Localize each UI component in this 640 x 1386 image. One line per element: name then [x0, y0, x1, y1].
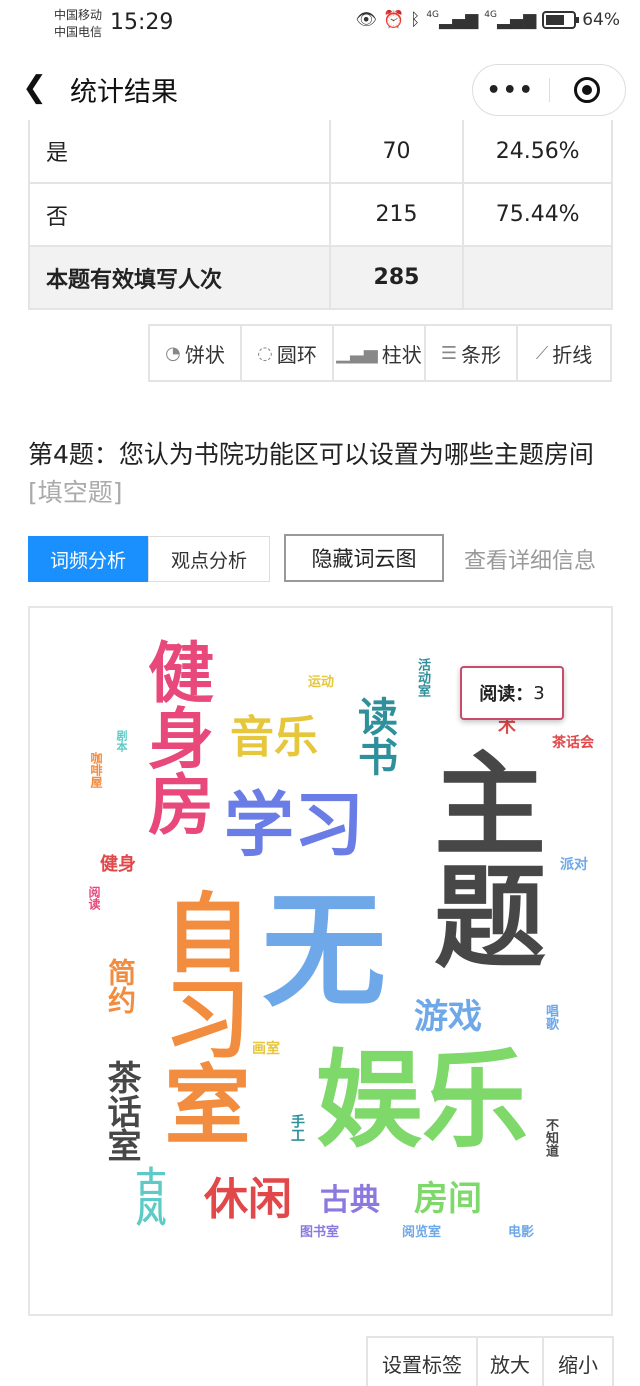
- carrier-2: 中国电信: [54, 25, 103, 39]
- cloud-word[interactable]: 古典: [320, 1186, 380, 1216]
- table-row: 否 215 75.44%: [28, 182, 613, 247]
- cloud-word[interactable]: 读书: [351, 696, 397, 776]
- question-type: [填空题]: [28, 478, 123, 507]
- cloud-word[interactable]: 不知道: [543, 1118, 558, 1157]
- option-cell: 否: [28, 182, 331, 247]
- question-text: 第4题：您认为书院功能区可以设置为哪些主题房间: [28, 440, 594, 469]
- status-bar: 中国移动 中国电信 15:29 👁 ⏰ ᛒ 4G▂▄▆ 4G▂▄▆ 64%: [0, 0, 640, 50]
- cloud-word[interactable]: 古风: [130, 1166, 165, 1226]
- more-button[interactable]: •••: [473, 78, 549, 103]
- tooltip-count: 3: [533, 682, 545, 704]
- total-percent-cell: [462, 245, 613, 310]
- tab-opinion-analysis[interactable]: 观点分析: [148, 536, 270, 582]
- eye-icon: 👁: [355, 10, 377, 30]
- cloud-word[interactable]: 音乐: [230, 716, 318, 760]
- count-cell: 215: [328, 182, 465, 247]
- chart-type-bar-button[interactable]: ▁▃▅ 柱状: [334, 326, 426, 380]
- chart-type-hbar-button[interactable]: ☰ 条形: [426, 326, 518, 380]
- battery-level: 64%: [582, 10, 620, 30]
- percent-cell: 75.44%: [462, 182, 613, 247]
- cloud-word[interactable]: 阅览室: [402, 1226, 441, 1239]
- close-button[interactable]: [550, 77, 626, 103]
- bluetooth-icon: ᛒ: [410, 10, 421, 30]
- line-icon: ⟋: [535, 342, 549, 364]
- option-cell: 是: [28, 120, 331, 184]
- chart-type-switcher: ◔ 饼状 ◌ 圆环 ▁▃▅ 柱状 ☰ 条形 ⟋ 折线: [148, 324, 612, 382]
- cloud-word[interactable]: 茶话室: [101, 1060, 141, 1162]
- zoom-out-button[interactable]: 缩小: [544, 1338, 612, 1386]
- alarm-icon: ⏰: [382, 10, 405, 30]
- cloud-word[interactable]: 咖啡屋: [89, 752, 103, 788]
- total-label: 本题有效填写人次: [28, 245, 331, 310]
- set-tags-button[interactable]: 设置标签: [368, 1338, 478, 1386]
- back-arrow-icon[interactable]: ❮: [22, 70, 47, 105]
- cloud-word[interactable]: 运动: [308, 676, 334, 689]
- chart-type-label: 折线: [552, 342, 593, 367]
- cloud-word[interactable]: 电影: [508, 1226, 534, 1239]
- cloud-word[interactable]: 活动室: [415, 658, 430, 697]
- signal-icon-2: 4G▂▄▆: [484, 10, 537, 30]
- word-cloud: 健身房 音乐 读书 学习 主题 无 自习室 娱乐 游戏 休闲 古典 房间 茶话室…: [28, 606, 613, 1316]
- cloud-word[interactable]: 阅读: [87, 886, 101, 910]
- cloud-word[interactable]: 图书室: [300, 1226, 339, 1239]
- tab-word-frequency[interactable]: 词频分析: [28, 536, 148, 582]
- bar-icon: ▁▃▅: [336, 342, 378, 364]
- cloud-word[interactable]: 无: [262, 890, 386, 1014]
- word-tooltip: 阅读： 3: [460, 666, 564, 720]
- cloud-word[interactable]: 派对: [560, 858, 588, 872]
- cloud-word[interactable]: 娱乐: [316, 1048, 528, 1154]
- chart-type-donut-button[interactable]: ◌ 圆环: [242, 326, 334, 380]
- nav-bar: ❮ 统计结果 •••: [0, 56, 640, 120]
- battery-icon: [542, 11, 580, 29]
- cloud-word[interactable]: 简约: [104, 958, 137, 1014]
- cloud-word[interactable]: 健身: [100, 856, 136, 874]
- chart-type-pie-button[interactable]: ◔ 饼状: [150, 326, 242, 380]
- pie-icon: ◔: [165, 342, 181, 364]
- percent-cell: 24.56%: [462, 120, 613, 184]
- chart-type-label: 柱状: [381, 342, 422, 367]
- cloud-word[interactable]: 唱歌: [543, 1004, 558, 1030]
- cloud-word[interactable]: 房间: [414, 1182, 482, 1216]
- total-count: 285: [328, 245, 465, 310]
- donut-icon: ◌: [257, 342, 273, 364]
- cloud-word[interactable]: 茶话会: [552, 736, 594, 750]
- cloud-word[interactable]: 剧本: [115, 730, 128, 752]
- page-title: 统计结果: [70, 77, 178, 108]
- zoom-in-button[interactable]: 放大: [478, 1338, 544, 1386]
- table-row: 是 70 24.56%: [28, 120, 613, 184]
- cloud-word[interactable]: 手工: [289, 1114, 305, 1142]
- chart-type-label: 条形: [461, 342, 502, 367]
- status-icons: 👁 ⏰ ᛒ 4G▂▄▆ 4G▂▄▆ 64%: [355, 10, 620, 30]
- cloud-word[interactable]: 休闲: [204, 1178, 292, 1222]
- carrier-1: 中国移动: [54, 8, 103, 22]
- hide-wordcloud-button[interactable]: 隐藏词云图: [284, 534, 444, 582]
- status-time: 15:29: [110, 10, 174, 35]
- wordcloud-controls: 设置标签 放大 缩小: [366, 1336, 614, 1386]
- cloud-word[interactable]: 健身房: [137, 638, 214, 836]
- mini-program-capsule: •••: [472, 64, 626, 116]
- cloud-word[interactable]: 学习: [224, 790, 364, 860]
- carrier-info: 中国移动 中国电信: [54, 7, 102, 41]
- cloud-word[interactable]: 游戏: [414, 1000, 482, 1034]
- cloud-word[interactable]: 自习室: [149, 888, 249, 1146]
- chart-type-label: 圆环: [276, 342, 317, 367]
- signal-icon: 4G▂▄▆: [426, 10, 479, 30]
- view-details-link[interactable]: 查看详细信息: [464, 543, 596, 575]
- chart-type-line-button[interactable]: ⟋ 折线: [518, 326, 610, 380]
- cloud-word[interactable]: 主题: [415, 746, 545, 970]
- tooltip-word: 阅读：: [479, 684, 534, 705]
- close-circle-icon: [574, 77, 601, 103]
- question-title: 第4题：您认为书院功能区可以设置为哪些主题房间 [填空题]: [28, 436, 618, 512]
- cloud-word[interactable]: 画室: [252, 1042, 280, 1056]
- count-cell: 70: [328, 120, 465, 184]
- chart-type-label: 饼状: [184, 342, 225, 367]
- stats-table: 是 70 24.56% 否 215 75.44% 本题有效填写人次 285: [28, 120, 613, 310]
- table-total-row: 本题有效填写人次 285: [28, 245, 613, 310]
- hbar-icon: ☰: [440, 342, 458, 364]
